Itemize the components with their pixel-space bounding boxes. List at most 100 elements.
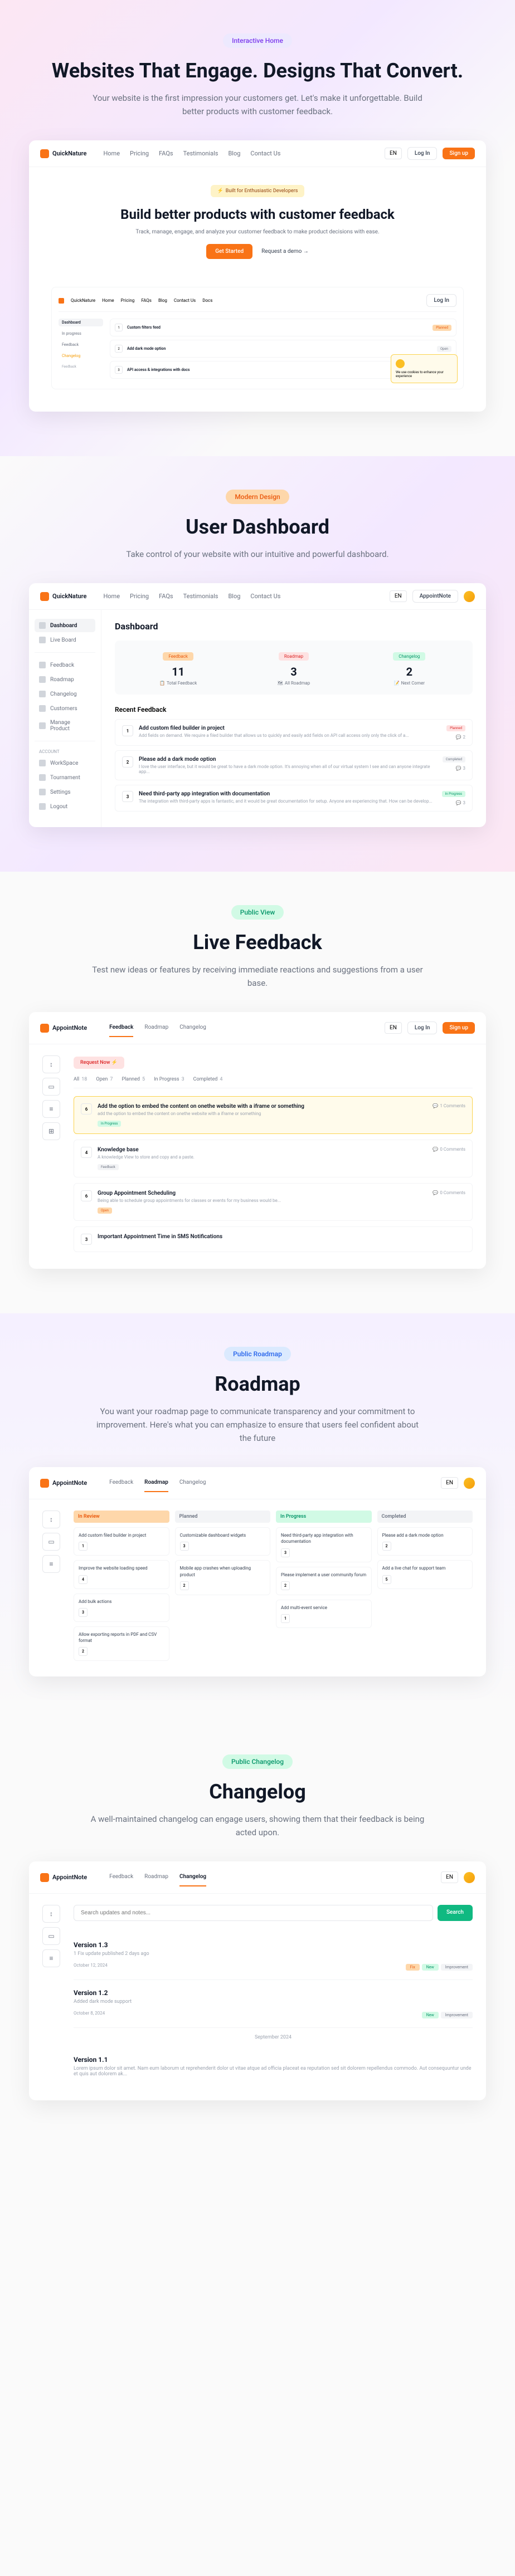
lang-select[interactable]: EN — [441, 1477, 458, 1489]
logo[interactable]: AppointNote — [40, 1024, 87, 1033]
nav-link[interactable]: Testimonials — [183, 593, 218, 600]
tab-changelog[interactable]: Changelog — [179, 1019, 206, 1037]
sidebar-item-tournament[interactable]: Tournament — [35, 771, 95, 784]
roadmap-card[interactable]: Please implement a user community forum2 — [276, 1567, 372, 1595]
mini-nav-link[interactable]: Docs — [202, 298, 212, 303]
logo[interactable]: QuickNature — [40, 149, 86, 158]
mini-nav-link[interactable]: Blog — [158, 298, 167, 303]
logo[interactable]: AppointNote — [40, 1873, 87, 1882]
tab-feedback[interactable]: Feedback — [109, 1868, 133, 1886]
tool-button[interactable]: ▭ — [42, 1927, 60, 1945]
feedback-item[interactable]: 6 Add the option to embed the content on… — [74, 1096, 473, 1134]
vote-button[interactable]: 6 — [81, 1103, 92, 1115]
vote-button[interactable]: 1 — [281, 1614, 290, 1623]
tab-roadmap[interactable]: Roadmap — [144, 1474, 168, 1492]
changelog-item[interactable]: Version 1.2 Added dark mode support Octo… — [74, 1980, 473, 2028]
sidebar-item-liveboard[interactable]: Live Board — [35, 633, 95, 647]
vote-button[interactable]: 3 — [115, 366, 123, 374]
vote-button[interactable]: 2 — [382, 1542, 391, 1551]
mini-login-button[interactable]: Log In — [426, 294, 456, 307]
nav-link[interactable]: Testimonials — [183, 150, 218, 157]
tool-button[interactable]: ↕ — [42, 1055, 60, 1073]
vote-button[interactable]: 5 — [382, 1575, 391, 1584]
tool-button[interactable]: ≡ — [42, 1949, 60, 1967]
sidebar-item-feedback[interactable]: Feedback — [35, 658, 95, 672]
feedback-card[interactable]: 1 Custom filters feed Planned — [110, 319, 456, 336]
filter-planned[interactable]: Planned 5 — [122, 1077, 145, 1082]
mini-nav-link[interactable]: FAQs — [141, 298, 152, 303]
avatar[interactable] — [464, 1478, 475, 1489]
nav-link[interactable]: FAQs — [159, 593, 173, 600]
roadmap-card[interactable]: Add multi-event service1 — [276, 1600, 372, 1628]
tab-roadmap[interactable]: Roadmap — [144, 1868, 168, 1886]
mini-sidebar-item[interactable]: In progress — [59, 330, 103, 338]
mini-sidebar-item[interactable]: Changelog — [59, 352, 103, 360]
filter-completed[interactable]: Completed 4 — [193, 1077, 223, 1082]
nav-link[interactable]: Blog — [228, 593, 240, 600]
filter-open[interactable]: Open 7 — [96, 1077, 113, 1082]
roadmap-card[interactable]: Need third-party app integration with do… — [276, 1527, 372, 1562]
nav-link[interactable]: Home — [103, 150, 120, 157]
feedback-item[interactable]: 1 Add custom filed builder in project Ad… — [115, 719, 473, 746]
mini-nav-link[interactable]: Contact Us — [174, 298, 196, 303]
vote-button[interactable]: 2 — [281, 1581, 290, 1590]
mini-nav-link[interactable]: Home — [102, 298, 114, 303]
vote-button[interactable]: 2 — [79, 1647, 88, 1656]
filter-all[interactable]: All 18 — [74, 1077, 87, 1082]
feedback-item[interactable]: 2 Please add a dark mode option I love t… — [115, 750, 473, 780]
mini-nav-link[interactable]: Pricing — [121, 298, 135, 303]
vote-button[interactable]: 3 — [79, 1608, 88, 1617]
tool-button[interactable]: ↕ — [42, 1511, 60, 1528]
feedback-item[interactable]: 3 Need third-party app integration with … — [115, 785, 473, 812]
nav-link[interactable]: Pricing — [130, 593, 149, 600]
vote-button[interactable]: 1 — [115, 324, 123, 331]
nav-link[interactable]: FAQs — [159, 150, 173, 157]
vote-button[interactable]: 4 — [81, 1147, 92, 1158]
tool-button[interactable]: ≡ — [42, 1555, 60, 1573]
login-button[interactable]: Log In — [407, 147, 438, 160]
tool-button[interactable]: ⊞ — [42, 1122, 60, 1140]
sidebar-item-customers[interactable]: Customers — [35, 702, 95, 715]
tool-button[interactable]: ▭ — [42, 1533, 60, 1551]
sidebar-item-settings[interactable]: Settings — [35, 785, 95, 799]
nav-link[interactable]: Contact Us — [250, 593, 280, 600]
request-button[interactable]: Request Now ⚡ — [74, 1057, 124, 1069]
vote-button[interactable]: 2 — [115, 345, 123, 353]
sidebar-item-changelog[interactable]: Changelog — [35, 687, 95, 701]
vote-button[interactable]: 3 — [81, 1234, 92, 1245]
vote-button[interactable]: 1 — [79, 1542, 88, 1551]
roadmap-card[interactable]: Please add a dark mode option2 — [377, 1527, 473, 1556]
tab-roadmap[interactable]: Roadmap — [144, 1019, 168, 1037]
feedback-item[interactable]: 3 Important Appointment Time in SMS Noti… — [74, 1226, 473, 1252]
vote-button[interactable]: 6 — [81, 1190, 92, 1201]
roadmap-card[interactable]: Mobile app crashes when uploading produc… — [175, 1560, 271, 1595]
filter-progress[interactable]: In Progress 3 — [154, 1077, 184, 1082]
get-started-button[interactable]: Get Started — [206, 244, 252, 259]
feedback-item[interactable]: 4 Knowledge base A knowledge View to sto… — [74, 1140, 473, 1177]
roadmap-card[interactable]: Allow exporting reports in PDF and CSV f… — [74, 1626, 169, 1661]
nav-link[interactable]: Home — [103, 593, 120, 600]
logo[interactable]: AppointNote — [40, 1479, 87, 1488]
vote-button[interactable]: 4 — [79, 1575, 88, 1584]
tab-changelog[interactable]: Changelog — [179, 1868, 206, 1886]
signup-button[interactable]: Sign up — [443, 1022, 475, 1034]
vote-button[interactable]: 2 — [122, 756, 133, 768]
sidebar-item-workspace[interactable]: WorkSpace — [35, 756, 95, 770]
login-button[interactable]: Log In — [407, 1021, 438, 1034]
mini-sidebar-item[interactable]: Feedback — [59, 341, 103, 349]
lang-select[interactable]: EN — [385, 1022, 402, 1034]
sidebar-item-product[interactable]: Manage Product — [35, 716, 95, 735]
changelog-item[interactable]: Version 1.1 Lorem ipsum dolor sit amet. … — [74, 2047, 473, 2089]
feedback-item[interactable]: 6 Group Appointment Scheduling Being abl… — [74, 1183, 473, 1221]
workspace-select[interactable]: AppointNote — [412, 590, 458, 603]
sidebar-item-dashboard[interactable]: Dashboard — [35, 619, 95, 632]
changelog-item[interactable]: Version 1.3 1 Fix update published 2 day… — [74, 1932, 473, 1980]
roadmap-card[interactable]: Add custom filed builder in project1 — [74, 1527, 169, 1556]
roadmap-card[interactable]: Add bulk actions3 — [74, 1593, 169, 1622]
tool-button[interactable]: ▭ — [42, 1078, 60, 1096]
roadmap-card[interactable]: Add a live chat for support team5 — [377, 1560, 473, 1588]
avatar[interactable] — [464, 1872, 475, 1883]
vote-button[interactable]: 2 — [180, 1581, 189, 1590]
vote-button[interactable]: 3 — [281, 1548, 290, 1557]
nav-link[interactable]: Contact Us — [250, 150, 280, 157]
